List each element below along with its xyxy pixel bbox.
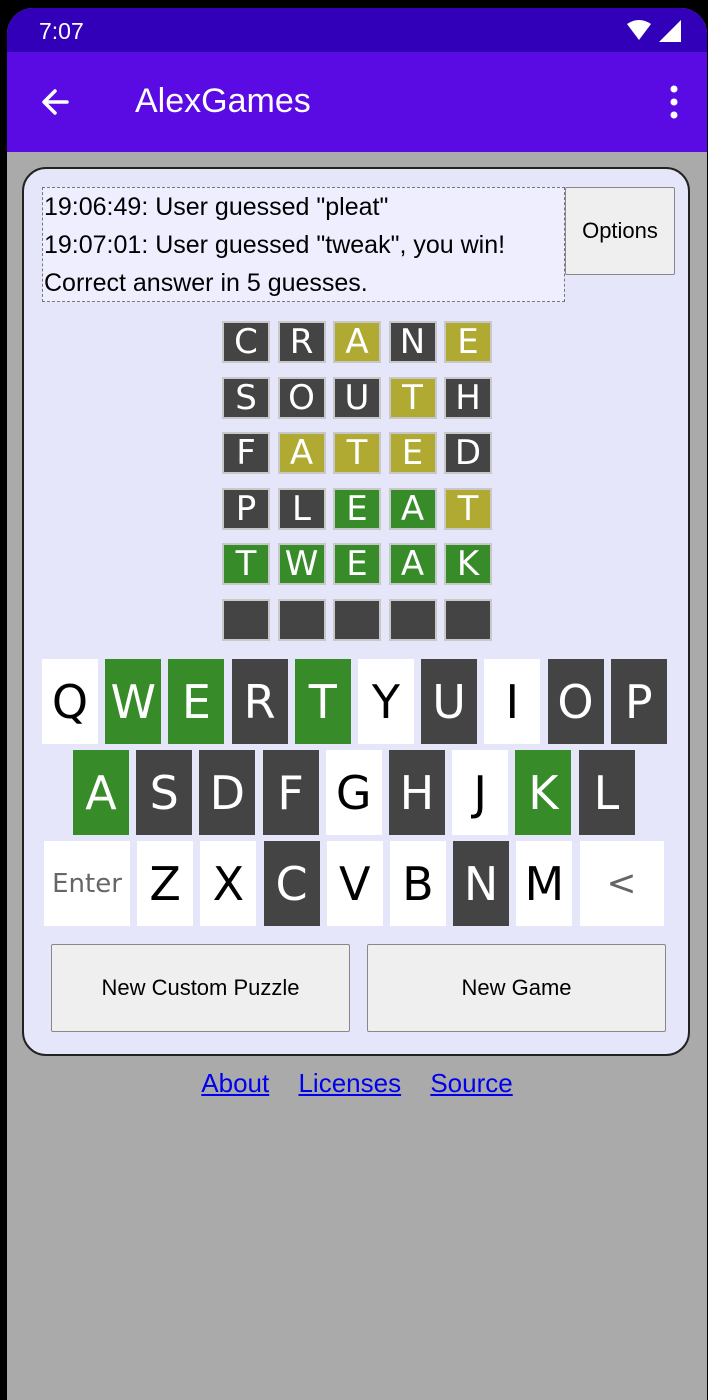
key-x[interactable]: X bbox=[200, 841, 257, 926]
letter-tile: D bbox=[444, 432, 492, 474]
key-o[interactable]: O bbox=[547, 659, 604, 744]
more-vert-icon[interactable] bbox=[669, 84, 679, 120]
letter-tile: T bbox=[222, 543, 270, 585]
key-v[interactable]: V bbox=[326, 841, 383, 926]
key-g[interactable]: G bbox=[325, 750, 382, 835]
letter-tile bbox=[333, 598, 381, 641]
status-bar: 7:07 bbox=[7, 8, 707, 52]
letter-tile: K bbox=[444, 543, 492, 585]
log-line: 19:06:49: User guessed "pleat" bbox=[44, 193, 389, 221]
key-u[interactable]: U bbox=[421, 659, 478, 744]
key-n[interactable]: N bbox=[453, 841, 510, 926]
letter-tile: T bbox=[444, 487, 492, 530]
key-s[interactable]: S bbox=[136, 750, 193, 835]
keyboard-row: QWERTYUIOP bbox=[42, 659, 674, 744]
about-link[interactable]: About bbox=[201, 1068, 269, 1098]
key-k[interactable]: K bbox=[515, 750, 572, 835]
source-link[interactable]: Source bbox=[430, 1068, 512, 1098]
key-a[interactable]: A bbox=[73, 750, 129, 835]
key-h[interactable]: H bbox=[388, 750, 445, 835]
key-j[interactable]: J bbox=[452, 750, 509, 835]
letter-tile: O bbox=[277, 376, 326, 419]
letter-tile bbox=[388, 598, 437, 641]
guess-board: CRANESOUTHFATEDPLEATTWEAK bbox=[222, 321, 500, 654]
letter-tile: R bbox=[277, 321, 326, 363]
new-game-button[interactable]: New Game bbox=[367, 944, 666, 1032]
key-z[interactable]: Z bbox=[137, 841, 194, 926]
letter-tile: C bbox=[222, 321, 270, 363]
letter-tile: W bbox=[277, 543, 326, 585]
board-row: CRANE bbox=[222, 321, 500, 363]
letter-tile: T bbox=[388, 376, 437, 419]
game-card: 19:06:49: User guessed "pleat" 19:07:01:… bbox=[22, 167, 690, 1056]
keyboard-row: ASDFGHJKL bbox=[73, 750, 642, 835]
phone-screen: 7:07 AlexGames 19:06:49: User guessed "p… bbox=[7, 8, 707, 1400]
licenses-link[interactable]: Licenses bbox=[298, 1068, 401, 1098]
key-q[interactable]: Q bbox=[42, 659, 98, 744]
key-y[interactable]: Y bbox=[357, 659, 414, 744]
board-row: PLEAT bbox=[222, 487, 500, 530]
letter-tile: N bbox=[388, 321, 437, 363]
letter-tile: T bbox=[333, 432, 381, 474]
key-b[interactable]: B bbox=[389, 841, 446, 926]
letter-tile: A bbox=[388, 543, 437, 585]
new-custom-puzzle-button[interactable]: New Custom Puzzle bbox=[51, 944, 350, 1032]
backspace-key[interactable]: < bbox=[579, 841, 664, 926]
key-t[interactable]: T bbox=[294, 659, 351, 744]
letter-tile: E bbox=[333, 487, 381, 530]
letter-tile: U bbox=[333, 376, 381, 419]
letter-tile: S bbox=[222, 376, 270, 419]
keyboard-row: Enter Z X C V B N M < bbox=[44, 841, 671, 926]
key-w[interactable]: W bbox=[105, 659, 162, 744]
arrow-left-icon[interactable] bbox=[37, 84, 73, 120]
board-row: SOUTH bbox=[222, 376, 500, 419]
key-r[interactable]: R bbox=[231, 659, 288, 744]
key-c[interactable]: C bbox=[263, 841, 320, 926]
letter-tile: E bbox=[388, 432, 437, 474]
key-i[interactable]: I bbox=[484, 659, 541, 744]
enter-key[interactable]: Enter bbox=[44, 841, 130, 926]
log-line: 19:07:01: User guessed "tweak", you win! bbox=[44, 231, 506, 259]
app-bar: AlexGames bbox=[7, 52, 707, 152]
status-icons bbox=[625, 18, 685, 44]
board-row: TWEAK bbox=[222, 543, 500, 585]
letter-tile: F bbox=[222, 432, 270, 474]
board-row: FATED bbox=[222, 432, 500, 474]
letter-tile: A bbox=[388, 487, 437, 530]
wifi-signal-icon bbox=[627, 20, 681, 42]
key-m[interactable]: M bbox=[516, 841, 573, 926]
letter-tile bbox=[444, 598, 492, 641]
status-time: 7:07 bbox=[39, 18, 84, 44]
message-log: 19:06:49: User guessed "pleat" 19:07:01:… bbox=[42, 187, 565, 302]
letter-tile: A bbox=[333, 321, 381, 363]
letter-tile: H bbox=[444, 376, 492, 419]
letter-tile: E bbox=[333, 543, 381, 585]
letter-tile: A bbox=[277, 432, 326, 474]
log-line: Correct answer in 5 guesses. bbox=[44, 269, 368, 297]
options-button[interactable]: Options bbox=[565, 187, 675, 275]
key-f[interactable]: F bbox=[262, 750, 319, 835]
key-e[interactable]: E bbox=[168, 659, 225, 744]
key-p[interactable]: P bbox=[610, 659, 667, 744]
letter-tile: E bbox=[444, 321, 492, 363]
letter-tile: L bbox=[277, 487, 326, 530]
letter-tile: P bbox=[222, 487, 270, 530]
key-l[interactable]: L bbox=[578, 750, 635, 835]
footer-links: About Licenses Source bbox=[7, 1068, 707, 1099]
letter-tile bbox=[222, 598, 270, 641]
letter-tile bbox=[277, 598, 326, 641]
board-row bbox=[222, 598, 500, 641]
app-title: AlexGames bbox=[135, 82, 311, 120]
key-d[interactable]: D bbox=[199, 750, 256, 835]
